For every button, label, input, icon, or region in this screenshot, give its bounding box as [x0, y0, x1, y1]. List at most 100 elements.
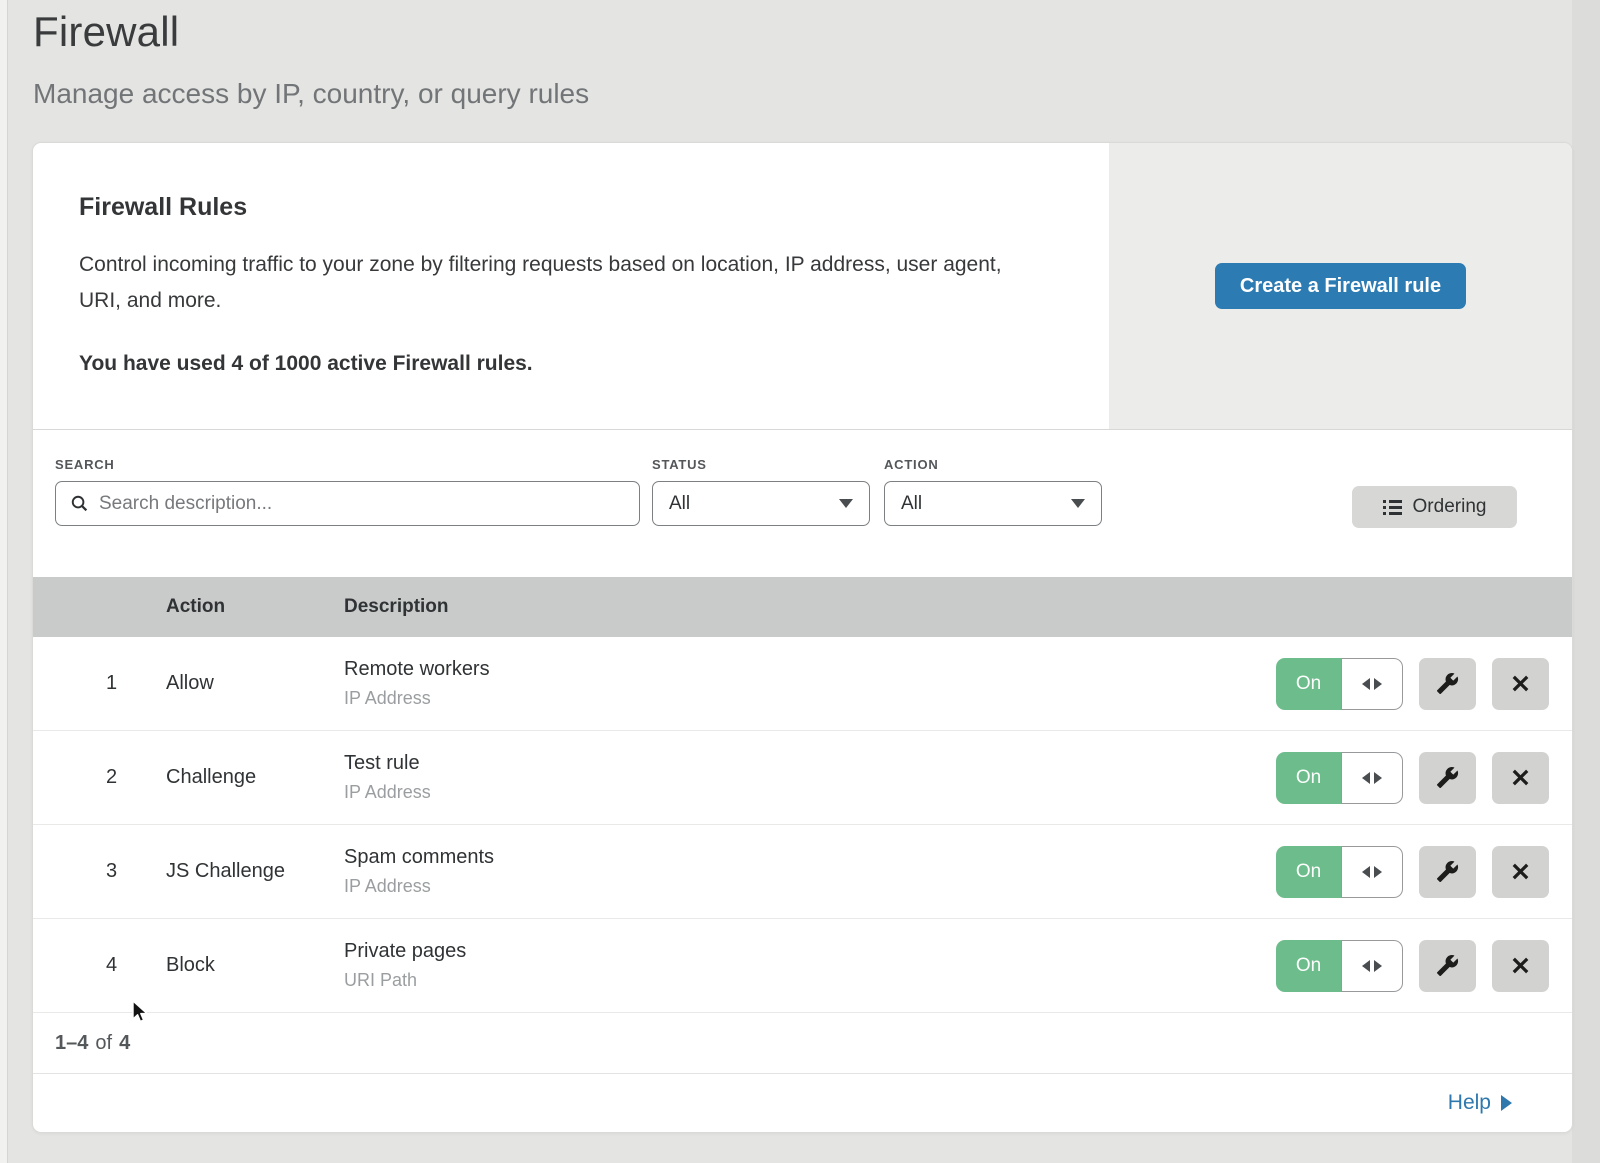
- search-input[interactable]: [99, 493, 625, 515]
- edit-rule-button[interactable]: [1419, 940, 1476, 992]
- toggle-on-state[interactable]: On: [1276, 940, 1341, 992]
- close-icon: [1509, 672, 1532, 695]
- window-right-edge: [1572, 0, 1600, 1163]
- rule-priority: 4: [33, 954, 166, 977]
- intro-heading: Firewall Rules: [79, 193, 1063, 222]
- help-link[interactable]: Help: [1448, 1091, 1512, 1115]
- table-row: 1 Allow Remote workers IP Address On: [33, 637, 1572, 731]
- help-link-label: Help: [1448, 1091, 1491, 1115]
- rule-enabled-toggle[interactable]: On: [1276, 658, 1403, 710]
- search-box[interactable]: [55, 481, 640, 526]
- table-row: 2 Challenge Test rule IP Address On: [33, 731, 1572, 825]
- rule-description: Private pages: [344, 940, 1276, 963]
- edit-rule-button[interactable]: [1419, 846, 1476, 898]
- rule-description-cell: Private pages URI Path: [344, 940, 1276, 991]
- action-selected-value: All: [901, 493, 922, 515]
- search-filter-group: SEARCH: [55, 457, 640, 577]
- page-subtitle: Manage access by IP, country, or query r…: [33, 78, 589, 110]
- rule-controls: On: [1276, 940, 1572, 992]
- rule-enabled-toggle[interactable]: On: [1276, 940, 1403, 992]
- pagination-total: 4: [119, 1032, 130, 1055]
- rule-description: Test rule: [344, 752, 1276, 775]
- rule-enabled-toggle[interactable]: On: [1276, 846, 1403, 898]
- action-filter-group: ACTION All: [884, 457, 1102, 577]
- rule-match-field: IP Address: [344, 782, 1276, 803]
- delete-rule-button[interactable]: [1492, 752, 1549, 804]
- intro-usage-count: You have used 4 of 1000 active Firewall …: [79, 352, 1063, 376]
- arrow-left-icon: [1362, 772, 1370, 784]
- wrench-icon: [1436, 954, 1459, 977]
- ordering-button-label: Ordering: [1413, 496, 1487, 518]
- action-column-header: Action: [166, 596, 344, 618]
- arrow-left-icon: [1362, 678, 1370, 690]
- delete-rule-button[interactable]: [1492, 940, 1549, 992]
- rule-description-cell: Test rule IP Address: [344, 752, 1276, 803]
- pagination-range: 1–4: [55, 1032, 88, 1055]
- action-label: ACTION: [884, 457, 1102, 472]
- close-icon: [1509, 766, 1532, 789]
- edit-rule-button[interactable]: [1419, 658, 1476, 710]
- rule-action: Allow: [166, 672, 344, 695]
- intro-description: Control incoming traffic to your zone by…: [79, 247, 1029, 319]
- edit-rule-button[interactable]: [1419, 752, 1476, 804]
- table-row: 3 JS Challenge Spam comments IP Address …: [33, 825, 1572, 919]
- rule-action: JS Challenge: [166, 860, 344, 883]
- rule-description-cell: Remote workers IP Address: [344, 658, 1276, 709]
- rule-priority: 1: [33, 672, 166, 695]
- toggle-handle[interactable]: [1341, 940, 1403, 992]
- ordered-list-icon: [1383, 500, 1402, 515]
- toggle-on-state[interactable]: On: [1276, 752, 1341, 804]
- toggle-on-state[interactable]: On: [1276, 846, 1341, 898]
- intro-action-panel: Create a Firewall rule: [1109, 143, 1572, 429]
- pagination-of-label: of: [95, 1032, 112, 1055]
- delete-rule-button[interactable]: [1492, 846, 1549, 898]
- close-icon: [1509, 860, 1532, 883]
- toggle-on-state[interactable]: On: [1276, 658, 1341, 710]
- action-select[interactable]: All: [884, 481, 1102, 526]
- ordering-button[interactable]: Ordering: [1352, 486, 1517, 528]
- description-column-header: Description: [344, 596, 1572, 618]
- pagination-bar: 1–4 of 4: [33, 1013, 1572, 1074]
- arrow-left-icon: [1362, 960, 1370, 972]
- caret-right-icon: [1501, 1095, 1512, 1111]
- rule-match-field: URI Path: [344, 970, 1276, 991]
- arrow-right-icon: [1374, 866, 1382, 878]
- status-filter-group: STATUS All: [652, 457, 870, 577]
- rule-description: Remote workers: [344, 658, 1276, 681]
- search-label: SEARCH: [55, 457, 640, 472]
- rule-priority: 3: [33, 860, 166, 883]
- create-firewall-rule-button[interactable]: Create a Firewall rule: [1215, 263, 1466, 309]
- close-icon: [1509, 954, 1532, 977]
- search-icon: [70, 494, 89, 513]
- page-title: Firewall: [33, 8, 179, 56]
- rule-enabled-toggle[interactable]: On: [1276, 752, 1403, 804]
- rule-match-field: IP Address: [344, 688, 1276, 709]
- rule-priority: 2: [33, 766, 166, 789]
- wrench-icon: [1436, 672, 1459, 695]
- status-select[interactable]: All: [652, 481, 870, 526]
- rule-match-field: IP Address: [344, 876, 1276, 897]
- filter-bar: SEARCH STATUS All ACTION: [33, 430, 1572, 577]
- toggle-handle[interactable]: [1341, 752, 1403, 804]
- chevron-down-icon: [839, 499, 853, 508]
- spacer: [870, 457, 884, 577]
- status-selected-value: All: [669, 493, 690, 515]
- delete-rule-button[interactable]: [1492, 658, 1549, 710]
- spacer: [640, 457, 652, 577]
- arrow-right-icon: [1374, 960, 1382, 972]
- table-header: Action Description: [33, 577, 1572, 637]
- table-row: 4 Block Private pages URI Path On: [33, 919, 1572, 1013]
- toggle-handle[interactable]: [1341, 846, 1403, 898]
- rule-controls: On: [1276, 658, 1572, 710]
- arrow-right-icon: [1374, 678, 1382, 690]
- firewall-rules-card: Firewall Rules Control incoming traffic …: [33, 143, 1572, 1132]
- intro-section: Firewall Rules Control incoming traffic …: [33, 143, 1572, 430]
- rule-controls: On: [1276, 752, 1572, 804]
- arrow-right-icon: [1374, 772, 1382, 784]
- toggle-handle[interactable]: [1341, 658, 1403, 710]
- rule-action: Block: [166, 954, 344, 977]
- arrow-left-icon: [1362, 866, 1370, 878]
- rule-description-cell: Spam comments IP Address: [344, 846, 1276, 897]
- rule-description: Spam comments: [344, 846, 1276, 869]
- wrench-icon: [1436, 766, 1459, 789]
